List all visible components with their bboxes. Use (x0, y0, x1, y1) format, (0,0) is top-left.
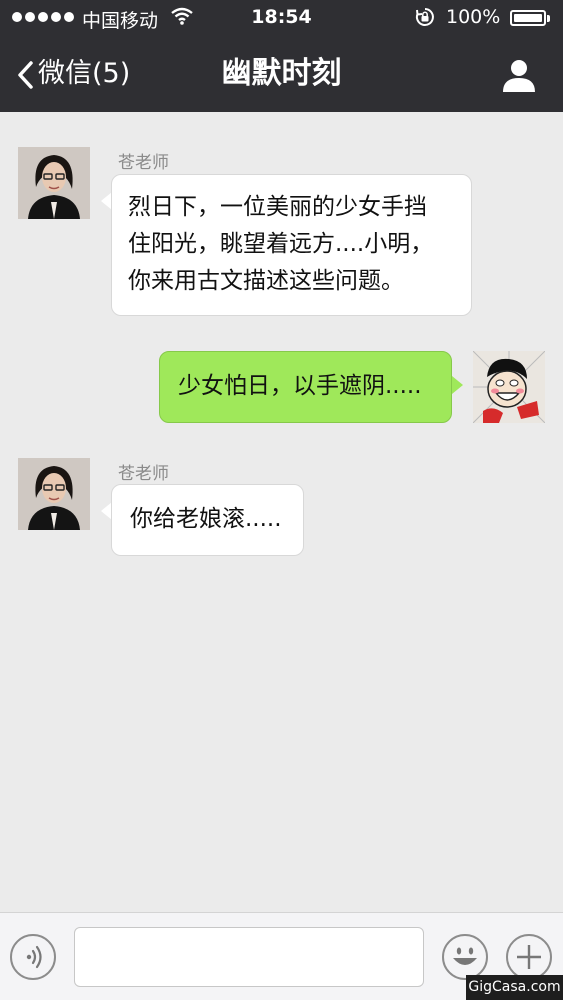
plus-icon (517, 945, 541, 969)
message-input[interactable] (74, 927, 424, 987)
message-text-line: 你给老娘滚..... (130, 506, 282, 532)
chat-info-button[interactable] (500, 56, 538, 94)
voice-icon (26, 945, 42, 969)
battery-percent: 100% (446, 6, 501, 28)
status-bar: 中国移动 18:54 100% (0, 0, 563, 36)
sender-name: 苍老师 (118, 153, 169, 173)
message-text-line: 你来用古文描述这些问题。 (128, 268, 404, 294)
message-text-line: 烈日下，一位美丽的少女手挡 (128, 194, 427, 220)
sender-name: 苍老师 (118, 464, 169, 484)
my-avatar[interactable] (473, 351, 545, 423)
message-text-line: 住阳光，眺望着远方....小明， (128, 231, 434, 257)
smiley-icon (453, 947, 477, 965)
rotation-lock-icon (414, 6, 436, 33)
battery-icon (510, 10, 546, 26)
teacher-avatar[interactable] (18, 147, 90, 219)
voice-button[interactable] (10, 934, 56, 980)
person-icon (503, 60, 535, 92)
chat-title: 幽默时刻 (221, 56, 342, 91)
more-options-button[interactable] (506, 934, 552, 980)
message-bubble-incoming[interactable]: 你给老娘滚..... (111, 484, 304, 556)
bubble-tail (452, 376, 463, 394)
site-watermark: GigCasa.com (466, 975, 563, 1000)
message-list[interactable]: 苍老师 烈日下，一位美丽的少女手挡 住阳光，眺望着远方....小明， 你来用古文… (0, 112, 563, 912)
teacher-avatar[interactable] (18, 458, 90, 530)
header: 中国移动 18:54 100% 微信(5) 幽默时刻 (0, 0, 563, 112)
message-bubble-incoming[interactable]: 烈日下，一位美丽的少女手挡 住阳光，眺望着远方....小明， 你来用古文描述这些… (111, 174, 472, 316)
message-text-line: 少女怕日，以手遮阴..... (178, 373, 422, 399)
wechat-chat-screen: 中国移动 18:54 100% 微信(5) 幽默时刻 苍老师 烈日下，一位美丽的… (0, 0, 563, 1000)
emoji-button[interactable] (442, 934, 488, 980)
message-bubble-outgoing[interactable]: 少女怕日，以手遮阴..... (159, 351, 452, 423)
